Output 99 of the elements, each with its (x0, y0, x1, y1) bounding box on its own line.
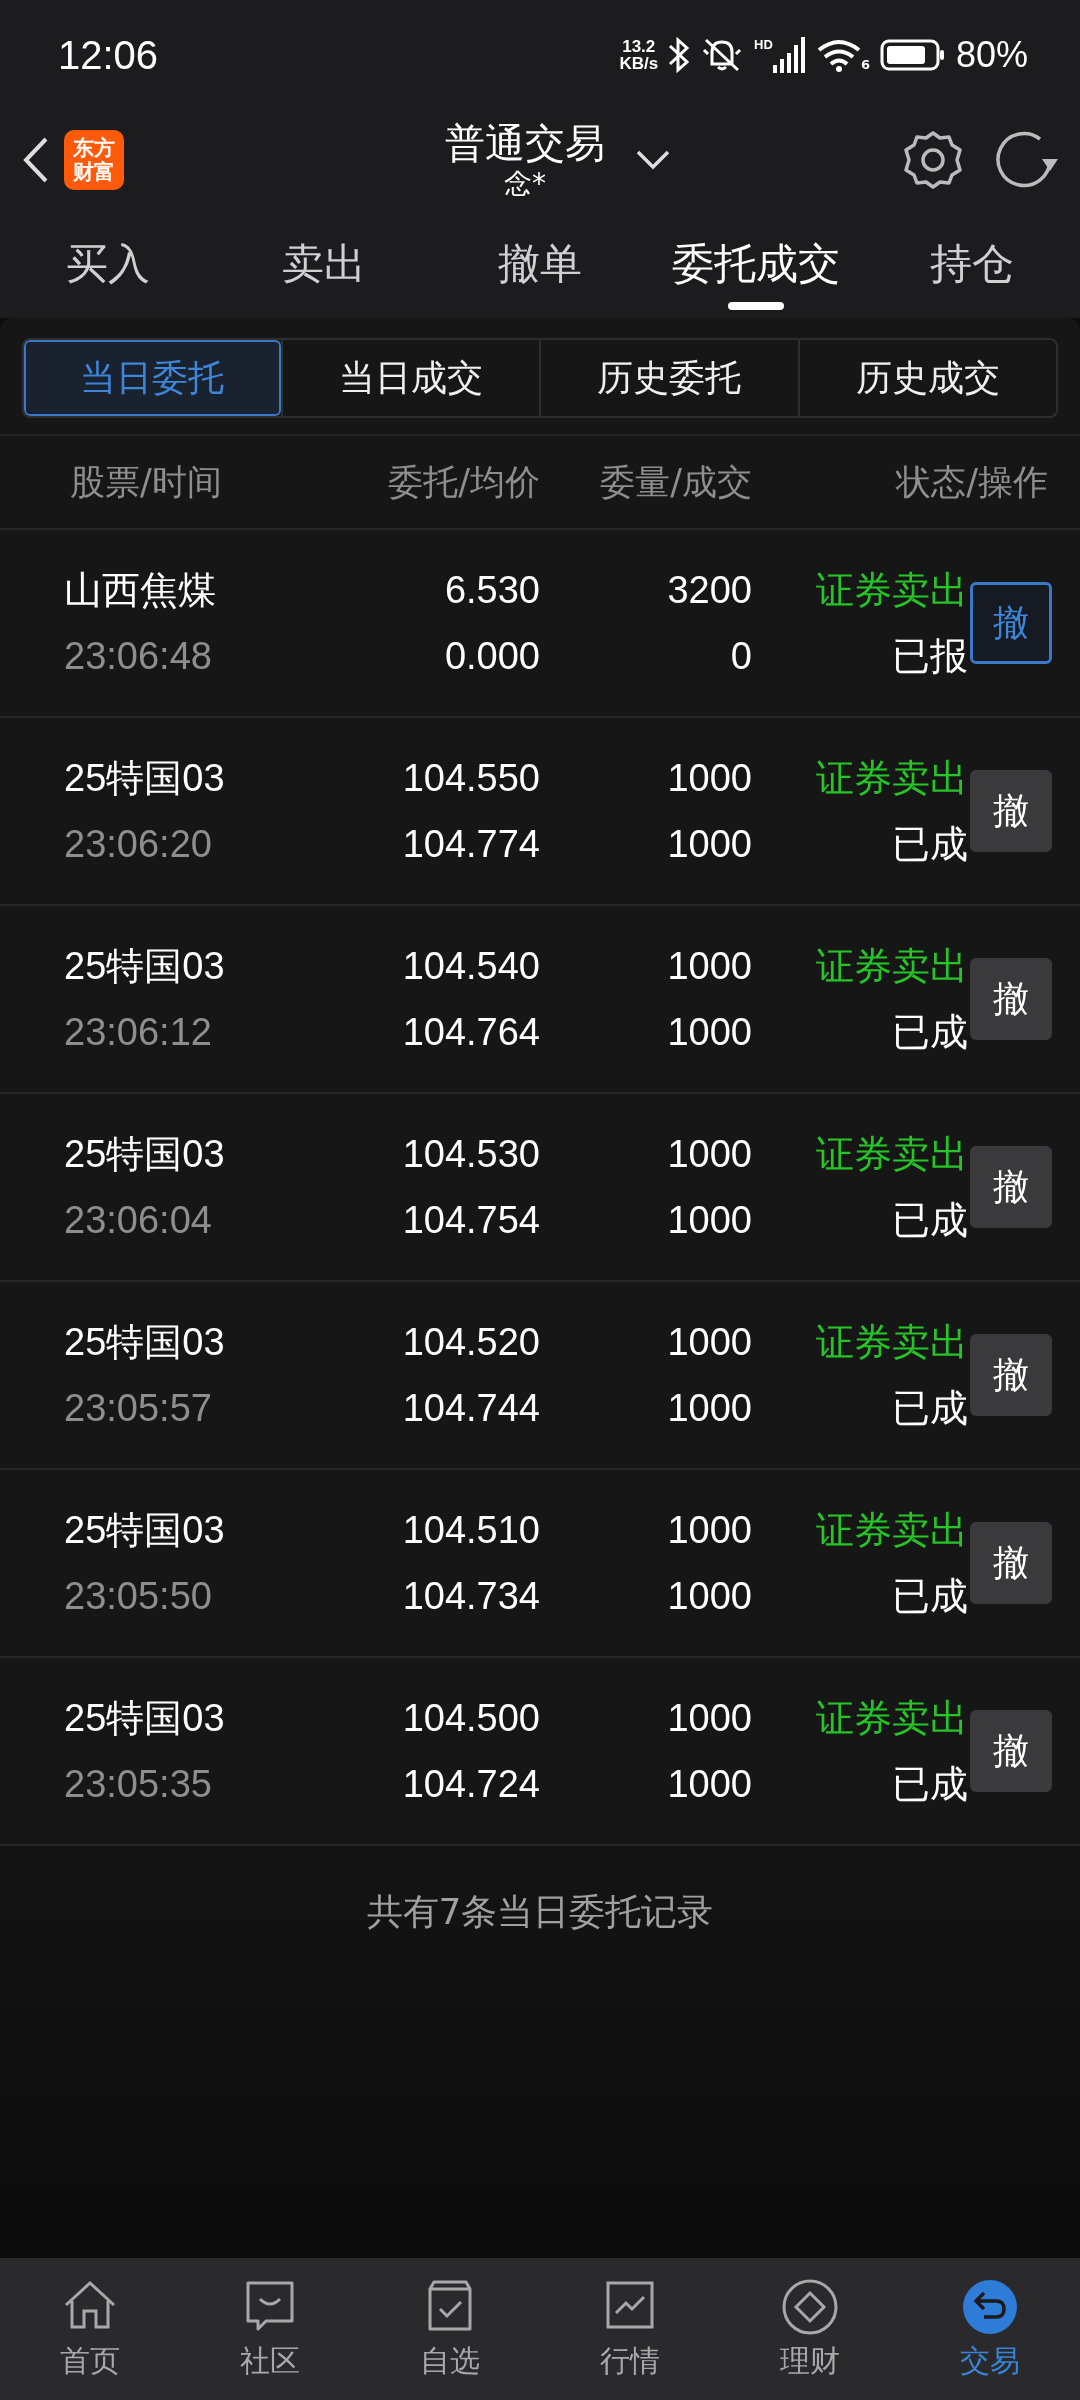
order-type: 证券卖出 (816, 1132, 968, 1177)
average-price: 104.764 (402, 1010, 540, 1055)
cancel-button[interactable]: 撤 (970, 1334, 1052, 1416)
average-price: 104.754 (402, 1198, 540, 1243)
cancel-button[interactable]: 撤 (970, 1522, 1052, 1604)
settings-icon[interactable] (902, 129, 964, 191)
order-quantity: 1000 (667, 944, 752, 989)
order-quantity: 1000 (667, 1320, 752, 1365)
signal-icon (772, 37, 807, 73)
order-status: 已成 (892, 1010, 968, 1055)
average-price: 104.734 (402, 1574, 540, 1619)
order-type: 证券卖出 (816, 568, 968, 613)
order-price: 6.530 (444, 568, 540, 613)
average-price: 104.774 (402, 822, 540, 867)
hd-label: HD (754, 37, 773, 52)
battery-icon (879, 39, 946, 71)
stock-name: 25特国03 (64, 1696, 225, 1741)
column-header: 委量/成交 (599, 460, 752, 504)
filled-quantity: 1000 (667, 1010, 752, 1055)
sub-tab[interactable]: 历史委托 (539, 340, 798, 416)
tab[interactable]: 卖出 (216, 210, 432, 318)
nav-item[interactable]: 自选 (360, 2258, 540, 2400)
order-status: 已成 (892, 1198, 968, 1243)
record-count-text: 共有7条当日委托记录 (366, 1890, 714, 1934)
sub-tab[interactable]: 当日成交 (280, 340, 539, 416)
app-logo: 东方 财富 (64, 130, 124, 190)
wifi-icon (816, 38, 861, 72)
active-tab-indicator (728, 302, 784, 310)
column-header: 状态/操作 (894, 460, 1048, 504)
dropdown-chevron-icon[interactable] (635, 149, 671, 171)
order-quantity: 1000 (667, 1132, 752, 1177)
order-time: 23:06:20 (64, 822, 212, 867)
order-type: 证券卖出 (816, 1508, 968, 1553)
network-speed: 13.2 (622, 38, 656, 55)
tab[interactable]: 撤单 (432, 210, 648, 318)
filled-quantity: 1000 (667, 1198, 752, 1243)
order-price: 104.500 (402, 1696, 540, 1741)
order-price: 104.510 (402, 1508, 540, 1553)
order-quantity: 1000 (667, 1696, 752, 1741)
account-name: 念* (504, 167, 546, 201)
filled-quantity: 1000 (667, 1574, 752, 1619)
stock-name: 山西焦煤 (64, 568, 216, 613)
filled-quantity: 1000 (667, 1386, 752, 1431)
nav-item[interactable]: 社区 (180, 2258, 360, 2400)
column-header: 股票/时间 (70, 460, 223, 504)
nav-item[interactable]: 理财 (720, 2258, 900, 2400)
tab[interactable]: 持仓 (864, 210, 1080, 318)
order-type: 证券卖出 (816, 1320, 968, 1365)
order-time: 23:05:35 (64, 1762, 212, 1807)
order-status: 已成 (892, 1574, 968, 1619)
cancel-button[interactable]: 撤 (970, 1710, 1052, 1792)
order-price: 104.540 (402, 944, 540, 989)
stock-name: 25特国03 (64, 1320, 225, 1365)
order-type: 证券卖出 (816, 944, 968, 989)
filled-quantity: 0 (730, 634, 752, 679)
order-type: 证券卖出 (816, 756, 968, 801)
filled-quantity: 1000 (667, 1762, 752, 1807)
sub-tab[interactable]: 当日委托 (24, 340, 281, 416)
order-status: 已成 (892, 1762, 968, 1807)
stock-name: 25特国03 (64, 1508, 225, 1553)
average-price: 104.724 (402, 1762, 540, 1807)
order-quantity: 3200 (667, 568, 752, 613)
stock-name: 25特国03 (64, 1132, 225, 1177)
order-price: 104.550 (402, 756, 540, 801)
sub-tab[interactable]: 历史成交 (797, 340, 1056, 416)
nav-item[interactable]: 行情 (540, 2258, 720, 2400)
clock-time: 12:06 (58, 32, 160, 78)
order-time: 23:05:57 (64, 1386, 212, 1431)
filled-quantity: 1000 (667, 822, 752, 867)
column-header: 委托/均价 (387, 460, 540, 504)
order-time: 23:06:04 (64, 1198, 212, 1243)
order-status: 已成 (892, 822, 968, 867)
bluetooth-icon (668, 36, 691, 74)
order-status: 已报 (892, 634, 968, 679)
tab[interactable]: 委托成交 (648, 210, 864, 318)
order-time: 23:05:50 (64, 1574, 212, 1619)
order-quantity: 1000 (667, 1508, 752, 1553)
nav-item[interactable]: 首页 (0, 2258, 180, 2400)
average-price: 0.000 (444, 634, 540, 679)
network-speed-unit: KB/s (619, 55, 659, 72)
wifi-label: 6 (860, 57, 870, 72)
order-time: 23:06:48 (64, 634, 212, 679)
tab[interactable]: 买入 (0, 210, 216, 318)
cancel-button[interactable]: 撤 (970, 958, 1052, 1040)
average-price: 104.744 (402, 1386, 540, 1431)
cancel-button[interactable]: 撤 (970, 770, 1052, 852)
stock-name: 25特国03 (64, 944, 225, 989)
stock-name: 25特国03 (64, 756, 225, 801)
battery-percent: 80% (955, 34, 1028, 76)
order-price: 104.530 (402, 1132, 540, 1177)
nav-item[interactable]: 交易 (900, 2258, 1080, 2400)
cancel-button[interactable]: 撤 (970, 582, 1052, 664)
order-status: 已成 (892, 1386, 968, 1431)
order-quantity: 1000 (667, 756, 752, 801)
page-title: 普通交易 (445, 119, 605, 167)
order-price: 104.520 (402, 1320, 540, 1365)
order-type: 证券卖出 (816, 1696, 968, 1741)
order-time: 23:06:12 (64, 1010, 212, 1055)
cancel-button[interactable]: 撤 (970, 1146, 1052, 1228)
